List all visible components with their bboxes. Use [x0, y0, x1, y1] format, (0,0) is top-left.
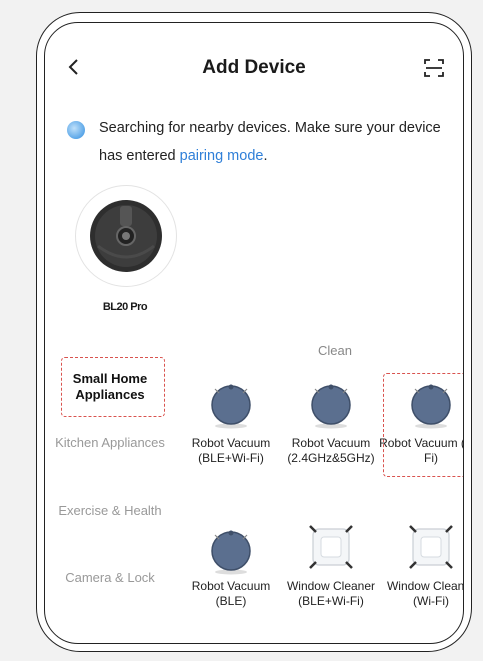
category-kitchen-appliances[interactable]: Kitchen Appliances: [55, 435, 165, 451]
robot-vacuum-icon[interactable]: [401, 379, 461, 429]
category-small-home-appliances[interactable]: Small Home Appliances: [55, 371, 165, 403]
robot-vacuum-icon[interactable]: [201, 379, 261, 429]
product-robot-vacuum-ble[interactable]: Robot Vacuum (BLE): [176, 579, 286, 609]
product-robot-vacuum-ble-wifi[interactable]: Robot Vacuum (BLE+Wi-Fi): [176, 436, 286, 466]
phone-screen: Add Device Searching for nearby devices.…: [44, 22, 464, 644]
searching-indicator-icon: [67, 121, 85, 139]
found-device-name: BL20 Pro: [102, 301, 148, 313]
page-title: Add Device: [202, 57, 306, 78]
product-robot-vacuum-wifi[interactable]: Robot Vacuum (Wi-Fi): [376, 436, 463, 466]
search-status-message: Searching for nearby devices. Make sure …: [99, 120, 441, 164]
robot-vacuum-icon[interactable]: [301, 379, 361, 429]
product-robot-vacuum-dual-band[interactable]: Robot Vacuum (2.4GHz&5GHz): [276, 436, 386, 466]
search-status-suffix: .: [263, 148, 268, 164]
section-title: Clean: [318, 343, 352, 358]
scan-icon[interactable]: [423, 57, 445, 79]
category-camera-lock[interactable]: Camera & Lock: [55, 570, 165, 586]
robot-vacuum-top-icon: [90, 200, 162, 272]
robot-vacuum-icon[interactable]: [201, 525, 261, 575]
category-exercise-health[interactable]: Exercise & Health: [55, 503, 165, 519]
product-window-cleaner-wifi[interactable]: Window Cleaner (Wi-Fi): [376, 579, 463, 609]
pairing-mode-link[interactable]: pairing mode: [180, 148, 264, 164]
window-cleaner-icon[interactable]: [301, 521, 361, 571]
window-cleaner-icon[interactable]: [401, 521, 461, 571]
found-device-card[interactable]: [75, 185, 177, 287]
product-window-cleaner-ble-wifi[interactable]: Window Cleaner (BLE+Wi-Fi): [276, 579, 386, 609]
search-status-text: Searching for nearby devices. Make sure …: [99, 114, 459, 170]
